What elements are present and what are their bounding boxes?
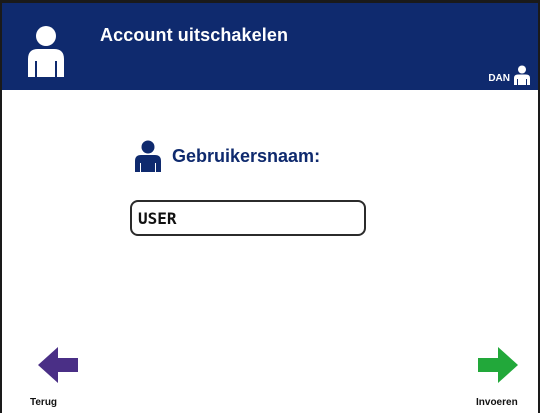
submit-button[interactable]: Invoeren xyxy=(468,345,536,411)
submit-label: Invoeren xyxy=(476,397,518,408)
user-icon xyxy=(135,140,161,172)
header-bar: Account uitschakelen DAN xyxy=(2,0,538,90)
back-button[interactable]: Terug xyxy=(30,345,90,411)
current-user-name: DAN xyxy=(488,73,510,84)
username-label-row: Gebruikersnaam: xyxy=(134,140,320,172)
user-icon xyxy=(514,65,530,85)
username-field[interactable] xyxy=(130,200,366,236)
page-title: Account uitschakelen xyxy=(100,25,289,45)
disable-account-screen: Account uitschakelen DAN Gebruikersnaam:… xyxy=(0,0,540,413)
username-label: Gebruikersnaam: xyxy=(172,145,321,166)
arrow-left-icon xyxy=(38,347,78,383)
current-user-indicator: DAN xyxy=(488,65,530,85)
user-icon xyxy=(28,26,64,77)
arrow-right-icon xyxy=(478,347,518,383)
back-label: Terug xyxy=(30,397,58,408)
